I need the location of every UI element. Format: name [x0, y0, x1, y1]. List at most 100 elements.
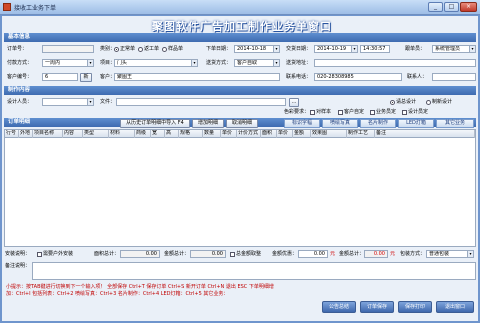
- detail-table[interactable]: 行号 外地 项目名称 内容 类型 材料 商级 宽 高 规格 数量 单价 计价方式…: [4, 129, 476, 247]
- ship-addr-field[interactable]: [314, 59, 476, 67]
- tab-signage[interactable]: 标识字幅: [284, 119, 320, 128]
- hint-line-2: 加：Ctrl+I 包括列表：Ctrl+2 喷绘写真：Ctrl+3 名片制作：Ct…: [6, 291, 229, 297]
- col-price[interactable]: 单价: [221, 130, 237, 138]
- chevron-down-icon[interactable]: ▾: [273, 60, 279, 66]
- new-customer-button[interactable]: 新: [80, 73, 92, 82]
- design-radio-2[interactable]: [426, 100, 431, 105]
- chevron-down-icon[interactable]: ▾: [273, 46, 279, 52]
- col-qty[interactable]: 数量: [203, 130, 221, 138]
- col-project[interactable]: 项目名称: [33, 130, 63, 138]
- delivery-time-field[interactable]: 14:30:57: [360, 45, 390, 53]
- payment-value: 一周内: [45, 60, 61, 66]
- follower-value: 系统管理员: [435, 46, 461, 52]
- customer-field[interactable]: 聚图王: [114, 73, 280, 81]
- category-rework-radio[interactable]: [138, 47, 143, 52]
- chevron-down-icon[interactable]: ▾: [87, 60, 93, 66]
- save-print-button[interactable]: 保存打印: [398, 301, 432, 313]
- customer-label: 客户：: [100, 74, 116, 80]
- tab-led[interactable]: LED灯箱: [398, 119, 434, 128]
- check-designer-label: 设计员定: [408, 109, 429, 115]
- payment-label: 付款方式：: [7, 60, 33, 66]
- check-sample-label: 对样本: [316, 109, 332, 115]
- col-type[interactable]: 类型: [83, 130, 109, 138]
- area-total-field: 0.00: [120, 250, 160, 258]
- cancel-detail-button[interactable]: 取消明细: [226, 119, 258, 128]
- exit-window-button[interactable]: 退出窗口: [436, 301, 474, 313]
- check-designer[interactable]: [402, 110, 407, 115]
- order-date-value: 2014-10-18: [237, 46, 267, 52]
- order-date-field[interactable]: 2014-10-18 ▾: [234, 45, 280, 53]
- grand-total-value: 0.00: [373, 251, 385, 257]
- check-sales[interactable]: [370, 110, 375, 115]
- grand-total-unit: 元: [390, 251, 396, 257]
- project-select[interactable]: 门头 ▾: [114, 59, 198, 67]
- category-label: 类别：: [100, 46, 116, 52]
- import-history-button[interactable]: 从历史订单明细中导入 F4: [120, 119, 190, 128]
- delivery-time-value: 14:30:57: [363, 46, 386, 52]
- order-no-field[interactable]: [42, 45, 94, 53]
- delivery-date-value: 2014-10-19: [317, 46, 347, 52]
- delivery-date-field[interactable]: 2014-10-19 ▾: [314, 45, 358, 53]
- chevron-down-icon[interactable]: ▾: [469, 46, 475, 52]
- tab-other[interactable]: 其它业务: [436, 119, 474, 128]
- col-row[interactable]: 行号: [5, 130, 19, 138]
- browse-button[interactable]: …: [289, 98, 299, 107]
- discount-field[interactable]: 0.00: [298, 250, 328, 258]
- package-select[interactable]: 普通包装 ▾: [426, 250, 474, 258]
- col-material[interactable]: 材料: [109, 130, 135, 138]
- follower-select[interactable]: 系统管理员 ▾: [432, 45, 476, 53]
- category-normal-radio[interactable]: [114, 47, 119, 52]
- check-sample[interactable]: [310, 110, 315, 115]
- form-body: 聚图软件广告加工制作业务单窗口 基本信息 订单号： 类别： 正常单 返工单 样品…: [2, 16, 478, 321]
- col-craft[interactable]: 制作工艺: [347, 130, 375, 138]
- add-detail-button[interactable]: 增加明细: [192, 119, 224, 128]
- col-grade[interactable]: 商级: [135, 130, 151, 138]
- col-pricing[interactable]: 计价方式: [237, 130, 261, 138]
- announce-button[interactable]: 公告总结: [322, 301, 356, 313]
- window-title: 接收工业务下单: [14, 5, 57, 12]
- col-unit-price[interactable]: 单价: [277, 130, 293, 138]
- col-remark[interactable]: 备注: [375, 130, 475, 138]
- file-field[interactable]: [116, 98, 286, 106]
- designer-select[interactable]: ▾: [42, 98, 94, 106]
- section-basic-header: 基本信息: [4, 33, 476, 42]
- tab-print[interactable]: 喷绘写真: [322, 119, 358, 128]
- col-spec[interactable]: 规格: [179, 130, 203, 138]
- check-sales-label: 业务员定: [376, 109, 397, 115]
- chevron-down-icon[interactable]: ▾: [467, 251, 473, 257]
- col-width[interactable]: 宽: [151, 130, 165, 138]
- col-height[interactable]: 高: [165, 130, 179, 138]
- ship-method-select[interactable]: 客户自取 ▾: [234, 59, 280, 67]
- order-date-label: 下单日期：: [206, 46, 232, 52]
- minimize-button[interactable]: _: [428, 2, 443, 12]
- col-effect[interactable]: 效果图: [311, 130, 347, 138]
- need-install-label: 需要户外安装: [43, 251, 74, 257]
- chevron-down-icon[interactable]: ▾: [191, 60, 197, 66]
- chevron-down-icon[interactable]: ▾: [87, 99, 93, 105]
- col-outside[interactable]: 外地: [19, 130, 33, 138]
- chevron-down-icon[interactable]: ▾: [351, 46, 357, 52]
- round-amount-checkbox[interactable]: [230, 252, 235, 257]
- remark-field[interactable]: [32, 262, 476, 280]
- contact-field[interactable]: [432, 73, 476, 81]
- payment-select[interactable]: 一周内 ▾: [42, 59, 94, 67]
- col-amount[interactable]: 金额: [293, 130, 311, 138]
- project-label: 项目：: [100, 60, 116, 66]
- customer-value: 聚图王: [117, 74, 133, 80]
- category-sample-radio[interactable]: [162, 47, 167, 52]
- save-order-button[interactable]: 订单保存: [360, 301, 394, 313]
- design-radio-1[interactable]: [390, 100, 395, 105]
- col-area[interactable]: 面积: [261, 130, 277, 138]
- ship-addr-label: 送货地址：: [286, 60, 312, 66]
- tab-card[interactable]: 名片制作: [360, 119, 396, 128]
- phone-field[interactable]: 020-28308985: [314, 73, 402, 81]
- maximize-button[interactable]: □: [444, 2, 459, 12]
- need-install-checkbox[interactable]: [37, 252, 42, 257]
- area-total-label: 面积总计：: [94, 251, 120, 257]
- col-content[interactable]: 内容: [63, 130, 83, 138]
- install-label: 安装说明：: [5, 251, 31, 257]
- check-customer[interactable]: [338, 110, 343, 115]
- section-design-header: 制作内容: [4, 86, 476, 95]
- customer-no-field[interactable]: 6: [42, 73, 78, 81]
- close-button[interactable]: ×: [460, 2, 477, 12]
